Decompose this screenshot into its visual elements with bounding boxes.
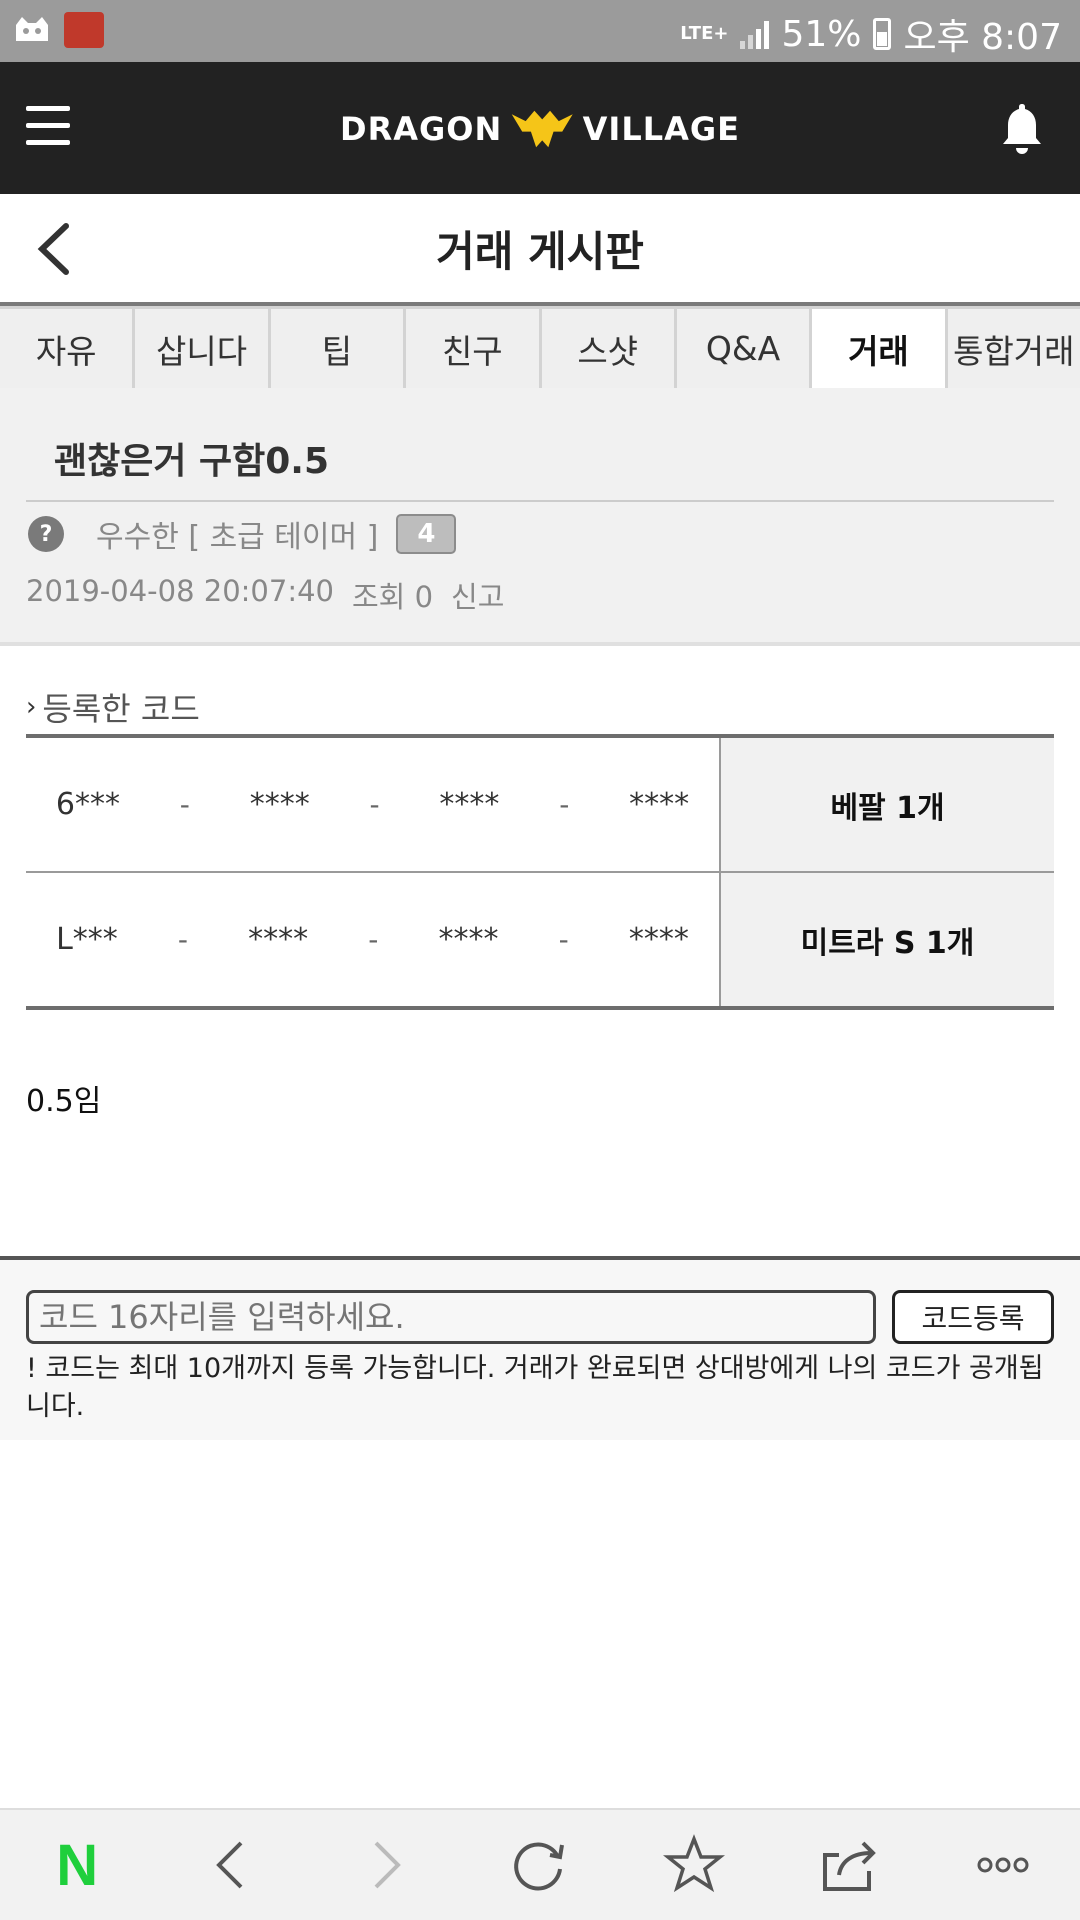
tab-free[interactable]: 자유	[0, 306, 136, 388]
level-badge: 4	[396, 514, 457, 554]
code-part: ****	[248, 922, 309, 957]
app-bar: DRAGON VILLAGE	[0, 62, 1080, 194]
battery-icon	[873, 18, 892, 50]
dragon-emblem-icon	[511, 110, 573, 148]
tab-friend[interactable]: 친구	[406, 306, 542, 388]
naver-logo-icon[interactable]: N	[37, 1825, 117, 1905]
status-bar: LTE+ 51% 오후 8:07	[0, 0, 1080, 62]
code-table: 6*** - **** - **** - **** 베팔 1개 L*** - *…	[26, 734, 1054, 1010]
code-separator: -	[558, 923, 569, 956]
code-separator: -	[177, 923, 189, 956]
code-part: ****	[628, 922, 689, 957]
author-name[interactable]: 우수한 [ 초급 테이머 ]	[96, 512, 378, 556]
share-icon[interactable]	[809, 1825, 889, 1905]
code-value: 6*** - **** - **** - ****	[26, 738, 721, 871]
code-part: 6***	[55, 787, 120, 822]
codes-section-title: 등록한 코드	[42, 690, 200, 728]
bookmark-star-icon[interactable]	[654, 1825, 734, 1905]
bell-icon[interactable]	[1000, 100, 1044, 156]
board-tabs: 자유 삽니다 팁 친구 스샷 Q&A 거래 통합거래	[0, 302, 1080, 388]
game-notification-icon	[64, 12, 104, 48]
code-part: L***	[56, 922, 118, 957]
network-type: LTE+	[680, 23, 729, 44]
more-icon[interactable]	[963, 1825, 1043, 1905]
tab-tip[interactable]: 팁	[270, 306, 407, 388]
code-part: ****	[439, 787, 500, 822]
post-body: 0.5임	[26, 1084, 102, 1119]
back-icon[interactable]	[191, 1825, 271, 1905]
notification-app-icon	[16, 17, 48, 41]
browser-toolbar: N	[0, 1808, 1080, 1920]
menu-icon[interactable]	[26, 106, 70, 146]
tab-screenshot[interactable]: 스샷	[541, 306, 677, 388]
tab-qna[interactable]: Q&A	[676, 306, 813, 388]
post-meta: 2019-04-08 20:07:40 조회 0 신고	[26, 574, 504, 616]
question-icon: ?	[28, 516, 64, 552]
refresh-icon[interactable]	[500, 1825, 580, 1905]
register-code-button[interactable]: 코드등록	[892, 1290, 1054, 1344]
post-date: 2019-04-08 20:07:40	[26, 574, 334, 608]
code-part: ****	[438, 922, 499, 957]
table-row: L*** - **** - **** - **** 미트라 S 1개	[26, 871, 1054, 1006]
code-item: 베팔 1개	[721, 738, 1054, 871]
author-row: ? 우수한 [ 초급 테이머 ] 4	[28, 512, 457, 556]
chevron-right-icon: ›	[26, 692, 37, 722]
dragon-village-logo[interactable]: DRAGON VILLAGE	[340, 102, 740, 156]
tab-integrated-trade[interactable]: 통합거래	[947, 306, 1080, 388]
post-title: 괜찮은거 구함0.5	[54, 441, 330, 482]
code-item: 미트라 S 1개	[721, 873, 1054, 1006]
post-header: 괜찮은거 구함0.5 ? 우수한 [ 초급 테이머 ] 4 2019-04-08…	[0, 388, 1080, 646]
logo-text-left: DRAGON	[340, 110, 503, 148]
tab-trade[interactable]: 거래	[812, 306, 948, 388]
signal-icon	[740, 19, 770, 49]
clock: 오후 8:07	[903, 17, 1062, 58]
code-part: ****	[629, 787, 690, 822]
code-separator: -	[369, 788, 380, 821]
code-separator: -	[179, 788, 190, 821]
view-count: 조회 0	[352, 580, 434, 614]
logo-text-right: VILLAGE	[582, 110, 740, 148]
code-registration-area: 코드등록 ! 코드는 최대 10개까지 등록 가능합니다. 거래가 완료되면 상…	[0, 1256, 1080, 1440]
forward-icon[interactable]	[346, 1825, 426, 1905]
page-title: 거래 게시판	[436, 227, 644, 276]
report-link[interactable]: 신고	[451, 574, 504, 616]
code-separator: -	[559, 788, 570, 821]
code-value: L*** - **** - **** - ****	[26, 873, 721, 1006]
table-row: 6*** - **** - **** - **** 베팔 1개	[26, 738, 1054, 871]
battery-percent: 51%	[781, 13, 862, 55]
code-part: ****	[249, 787, 310, 822]
code-notice: ! 코드는 최대 10개까지 등록 가능합니다. 거래가 완료되면 상대방에게 …	[26, 1353, 1044, 1422]
divider	[26, 500, 1054, 502]
code-input[interactable]	[26, 1290, 876, 1344]
codes-section-label: › 등록한 코드	[26, 684, 200, 730]
title-bar: 거래 게시판	[0, 194, 1080, 302]
code-separator: -	[368, 923, 379, 956]
tab-buy[interactable]: 삽니다	[135, 306, 271, 388]
